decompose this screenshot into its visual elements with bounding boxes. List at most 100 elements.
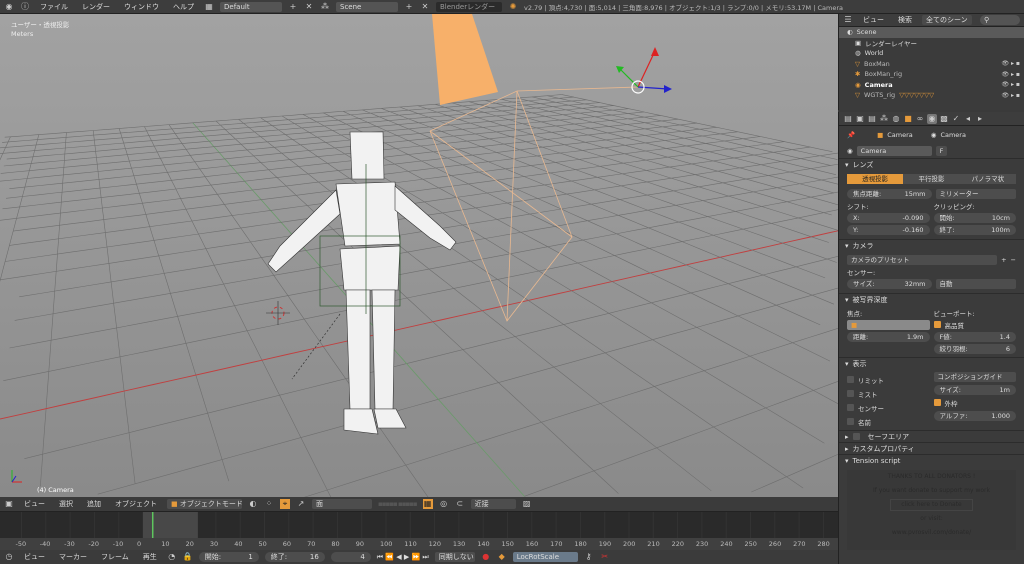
donate-button[interactable]: click here to Donate [890,499,973,511]
record-icon[interactable]: ● [481,552,491,562]
menu-timeline-view[interactable]: ビュー [20,552,49,562]
3d-viewport[interactable]: ユーザー・透視投影 Meters (4) Camera [0,14,838,497]
keyframe-icon[interactable]: ◆ [497,552,507,562]
high-quality-checkbox[interactable]: 高品質 [933,320,1017,330]
outliner-item-world[interactable]: ◍ World [839,48,1024,59]
preview-range-icon[interactable]: ◔ [167,552,177,562]
constraints-tab-icon[interactable]: ∞ [915,114,925,124]
properties-editor-icon[interactable]: ▤ [843,114,853,124]
lens-panoramic-button[interactable]: パノラマ状 [959,174,1016,184]
limits-checkbox[interactable]: リミット [847,375,930,385]
visibility-icon[interactable]: 👁 ▸ ▪ [1001,81,1020,88]
scene-tab-icon[interactable]: ⁂ [879,114,889,124]
add-scene-icon[interactable]: + [404,2,414,12]
proportional-icon[interactable]: ◎ [439,499,449,509]
mist-checkbox[interactable]: ミスト [847,389,930,399]
frame-start-field[interactable]: 開始: 1 [198,552,259,562]
clip-end-field[interactable]: 終了: 100m [933,225,1016,235]
menu-marker[interactable]: マーカー [55,552,91,562]
panel-camera-header[interactable]: ▾ カメラ [839,239,1024,251]
name-checkbox[interactable]: 名前 [847,417,930,427]
shift-y-field[interactable]: Y: -0.160 [847,225,930,235]
frame-end-field[interactable]: 終了: 16 [264,552,325,562]
world-tab-icon[interactable]: ◍ [891,114,901,124]
render-tab-icon[interactable]: ▣ [855,114,865,124]
shift-x-field[interactable]: X: -0.090 [847,213,930,223]
playback-controls[interactable]: ⏮ ⏪ ◀ ▶ ⏩ ⏭ [377,553,429,562]
fake-user-button[interactable]: F [935,146,948,156]
pivot-icon[interactable]: ⁘ [264,499,274,509]
scene-field[interactable]: Scene [336,1,398,12]
snap-icon[interactable]: ⊂ [455,499,465,509]
snap-element-select[interactable]: 近接 [470,499,516,509]
sync-mode-select[interactable]: 同期しない [434,552,475,562]
camera-datablock-field[interactable]: Camera [856,146,932,156]
outliner-item-camera[interactable]: ◉ Camera 👁 ▸ ▪ [839,80,1024,91]
blender-logo-icon[interactable]: ◉ [4,2,14,12]
focus-object-field[interactable]: ■ [847,320,930,330]
remove-preset-button[interactable]: − [1011,256,1016,264]
panel-safe-areas-header[interactable]: ▸ セーフエリア [839,430,1024,442]
menu-add[interactable]: 追加 [83,499,105,509]
layout-icon[interactable]: ▦ [204,2,214,12]
outliner-item-boxman-rig[interactable]: ✱ BoxMan_rig 👁 ▸ ▪ [839,69,1024,80]
focal-length-field[interactable]: 焦点距離: 15mm [847,189,932,199]
outliner-editor-icon[interactable]: ☰ [843,15,853,25]
lens-unit-select[interactable]: ミリメーター [935,189,1016,199]
layers-grid[interactable]: ▪▪▪▪▪ ▪▪▪▪▪ [378,500,418,508]
menu-render[interactable]: レンダー [78,2,114,12]
menu-view[interactable]: ビュー [20,499,49,509]
outliner-item-renderlayers[interactable]: ▣ レンダーレイヤー [839,38,1024,49]
outliner-filter-select[interactable]: 全てのシーン [922,15,972,25]
orientation-select[interactable]: 面 [312,499,372,509]
outliner-item-boxman[interactable]: ▽ BoxMan 👁 ▸ ▪ [839,59,1024,70]
render-layers-tab-icon[interactable]: ▤ [867,114,877,124]
fstop-field[interactable]: F値: 1.4 [933,332,1016,342]
lock-icon[interactable]: 🔒 [183,552,193,562]
manipulator-icon[interactable]: ⌖ [280,499,290,509]
display-size-field[interactable]: サイズ: 1m [933,385,1016,395]
menu-frame[interactable]: フレーム [97,552,133,562]
panel-tension-header[interactable]: ▾ Tension script [839,454,1024,466]
render-engine-select[interactable]: Blenderレンダー [436,1,502,12]
texture-tab-icon[interactable]: ▩ [939,114,949,124]
next-arrow-icon[interactable]: ▸ [975,114,985,124]
timeline[interactable] [0,512,838,538]
focus-distance-field[interactable]: 距離: 1.9m [847,332,930,342]
menu-window[interactable]: ウィンドウ [120,2,163,12]
timeline-editor-icon[interactable]: ◷ [4,552,14,562]
lens-orthographic-button[interactable]: 平行投影 [903,174,960,184]
timeline-area[interactable] [0,512,838,538]
opengl-render-icon[interactable]: ▨ [522,499,532,509]
physics-tab-icon[interactable]: ✓ [951,114,961,124]
blades-field[interactable]: 絞り羽根: 6 [933,344,1016,354]
menu-select[interactable]: 選択 [55,499,77,509]
outliner-menu-view[interactable]: ビュー [859,15,888,25]
passepartout-checkbox[interactable]: 外枠 [933,398,1017,408]
editor-type-icon[interactable]: ▣ [4,499,14,509]
add-preset-button[interactable]: + [1001,256,1006,264]
insert-keyframe-icon[interactable]: ⚷ [584,552,594,562]
add-layout-icon[interactable]: + [288,2,298,12]
lens-perspective-button[interactable]: 透視投影 [847,174,904,184]
menu-object[interactable]: オブジェクト [111,499,161,509]
sensor-size-field[interactable]: サイズ: 32mm [847,279,932,289]
donate-link[interactable]: www.pvrosvil.com/donate/ [847,526,1016,540]
remove-scene-icon[interactable]: ✕ [420,2,430,12]
sensor-checkbox[interactable]: センサー [847,403,930,413]
timeline-ruler[interactable]: -50 -40 -30 -20 -10 0 10 20 30 40 50 60 70 80 90 100 110… [0,538,838,550]
lock-camera-icon[interactable]: ▦ [422,499,433,509]
panel-lens-header[interactable]: ▾ レンズ [839,158,1024,170]
outliner-item-wgts-rig[interactable]: ▽ WGTS_rig ▽▽▽▽▽▽▽ 👁 ▸ ▪ [839,90,1024,101]
composition-guide-select[interactable]: コンポジションガイド [933,372,1016,382]
shading-icon[interactable]: ◐ [248,499,258,509]
menu-help[interactable]: ヘルプ [169,2,198,12]
pin-icon[interactable]: 📌 [847,131,855,139]
sensor-fit-select[interactable]: 自動 [935,279,1016,289]
current-frame-field[interactable]: 4 [330,552,371,562]
keying-set-field[interactable]: LocRotScale [512,552,578,562]
outliner-menu-search[interactable]: 検索 [894,15,916,25]
mode-select[interactable]: ■ オブジェクトモード [167,499,243,509]
menu-playback[interactable]: 再生 [139,552,161,562]
delete-keyframe-icon[interactable]: ✂ [600,552,610,562]
